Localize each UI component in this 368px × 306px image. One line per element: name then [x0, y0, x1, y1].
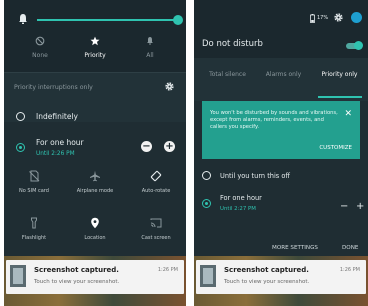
more-settings-button[interactable]: MORE SETTINGS [272, 245, 318, 251]
tile-cast-screen-label: Cast screen [141, 235, 171, 241]
tile-cast-screen[interactable]: Cast screen [130, 217, 182, 241]
tab-priority-only[interactable]: Priority only [312, 71, 367, 79]
dnd-toggle-knob[interactable] [354, 41, 363, 50]
decrease-time-button[interactable]: − [141, 141, 152, 152]
tile-airplane-mode-label: Airplane mode [76, 188, 114, 194]
auto-rotate-icon [150, 170, 162, 182]
tile-no-sim-label: No SIM card [19, 188, 49, 194]
star-icon [90, 36, 100, 46]
tile-auto-rotate-label: Auto-rotate [141, 188, 171, 194]
decrease-time-button[interactable]: − [340, 201, 348, 212]
cast-icon [150, 218, 162, 228]
notification-subtitle: Touch to view your screenshot. [34, 279, 120, 285]
flashlight-icon [31, 217, 37, 229]
notification-subtitle: Touch to view your screenshot. [224, 279, 310, 285]
notification-time: 1:26 PM [339, 267, 360, 273]
dnd-header [194, 0, 368, 58]
left-quick-settings-panel: None Priority All Priority interruptions… [4, 0, 186, 306]
done-button[interactable]: DONE [342, 245, 358, 251]
block-icon [35, 36, 45, 46]
screenshot-thumbnail [200, 265, 216, 287]
tab-alarms-only[interactable]: Alarms only [256, 71, 311, 79]
mode-priority[interactable]: Priority [67, 36, 123, 59]
option-until-off[interactable]: Until you turn this off [220, 172, 290, 180]
notification-title: Screenshot captured. [34, 266, 119, 274]
radio-indefinitely[interactable] [16, 112, 25, 121]
option-one-hour[interactable]: For one hour [220, 194, 262, 202]
no-sim-icon [29, 170, 40, 182]
notification-time: 1:26 PM [157, 267, 178, 273]
all-icon [147, 37, 153, 45]
tile-flashlight-label: Flashlight [21, 235, 47, 241]
screenshot-notification[interactable]: Screenshot captured. Touch to view your … [6, 260, 184, 294]
screenshot-notification[interactable]: Screenshot captured. Touch to view your … [196, 260, 366, 294]
tile-location[interactable]: Location [69, 217, 121, 241]
tab-total-silence[interactable]: Total silence [200, 71, 255, 79]
increase-time-button[interactable]: + [356, 201, 364, 212]
location-pin-icon [91, 217, 99, 229]
gear-icon[interactable] [164, 81, 175, 92]
increase-time-button[interactable]: + [164, 141, 175, 152]
option-one-hour[interactable]: For one hour [36, 138, 84, 147]
radio-one-hour[interactable] [202, 199, 211, 208]
volume-slider[interactable] [37, 19, 177, 21]
active-tab-indicator [318, 96, 362, 98]
radio-until-off[interactable] [202, 171, 211, 180]
customize-button[interactable]: CUSTOMIZE [319, 145, 352, 151]
tile-auto-rotate[interactable]: Auto-rotate [130, 170, 182, 194]
dnd-title: Do not disturb [202, 39, 263, 49]
divider [4, 72, 186, 73]
mode-all-label: All [146, 52, 154, 59]
battery-percent: 17% [317, 15, 329, 21]
battery-icon [310, 14, 315, 23]
priority-info-banner: You won't be disturbed by sounds and vib… [202, 101, 360, 159]
banner-message: You won't be disturbed by sounds and vib… [210, 110, 338, 130]
interruptions-header [4, 72, 186, 122]
option-one-hour-until: Until 2:27 PM [220, 206, 256, 212]
volume-slider-handle[interactable] [173, 15, 183, 25]
section-title: Priority interruptions only [14, 84, 93, 91]
mode-all[interactable]: All [122, 36, 178, 59]
mode-none-label: None [32, 52, 48, 59]
radio-one-hour[interactable] [16, 143, 25, 152]
settings-gear-icon[interactable] [333, 12, 344, 23]
screenshot-thumbnail [10, 265, 26, 287]
mode-none[interactable]: None [12, 36, 68, 59]
mode-priority-label: Priority [84, 52, 106, 59]
user-avatar-icon[interactable] [351, 12, 362, 23]
close-icon[interactable]: ✕ [344, 109, 352, 119]
notification-title: Screenshot captured. [224, 266, 309, 274]
dnd-tab-bar [194, 58, 368, 101]
tile-airplane-mode[interactable]: Airplane mode [69, 170, 121, 194]
tile-location-label: Location [84, 235, 106, 241]
option-indefinitely[interactable]: Indefinitely [36, 112, 78, 121]
tile-no-sim[interactable]: No SIM card [8, 170, 60, 194]
tile-flashlight[interactable]: Flashlight [8, 217, 60, 241]
option-one-hour-until: Until 2:26 PM [36, 151, 75, 157]
bell-icon [19, 14, 27, 24]
right-do-not-disturb-panel: 17% Do not disturb Total silence Alarms … [194, 0, 368, 306]
airplane-icon [90, 170, 100, 182]
